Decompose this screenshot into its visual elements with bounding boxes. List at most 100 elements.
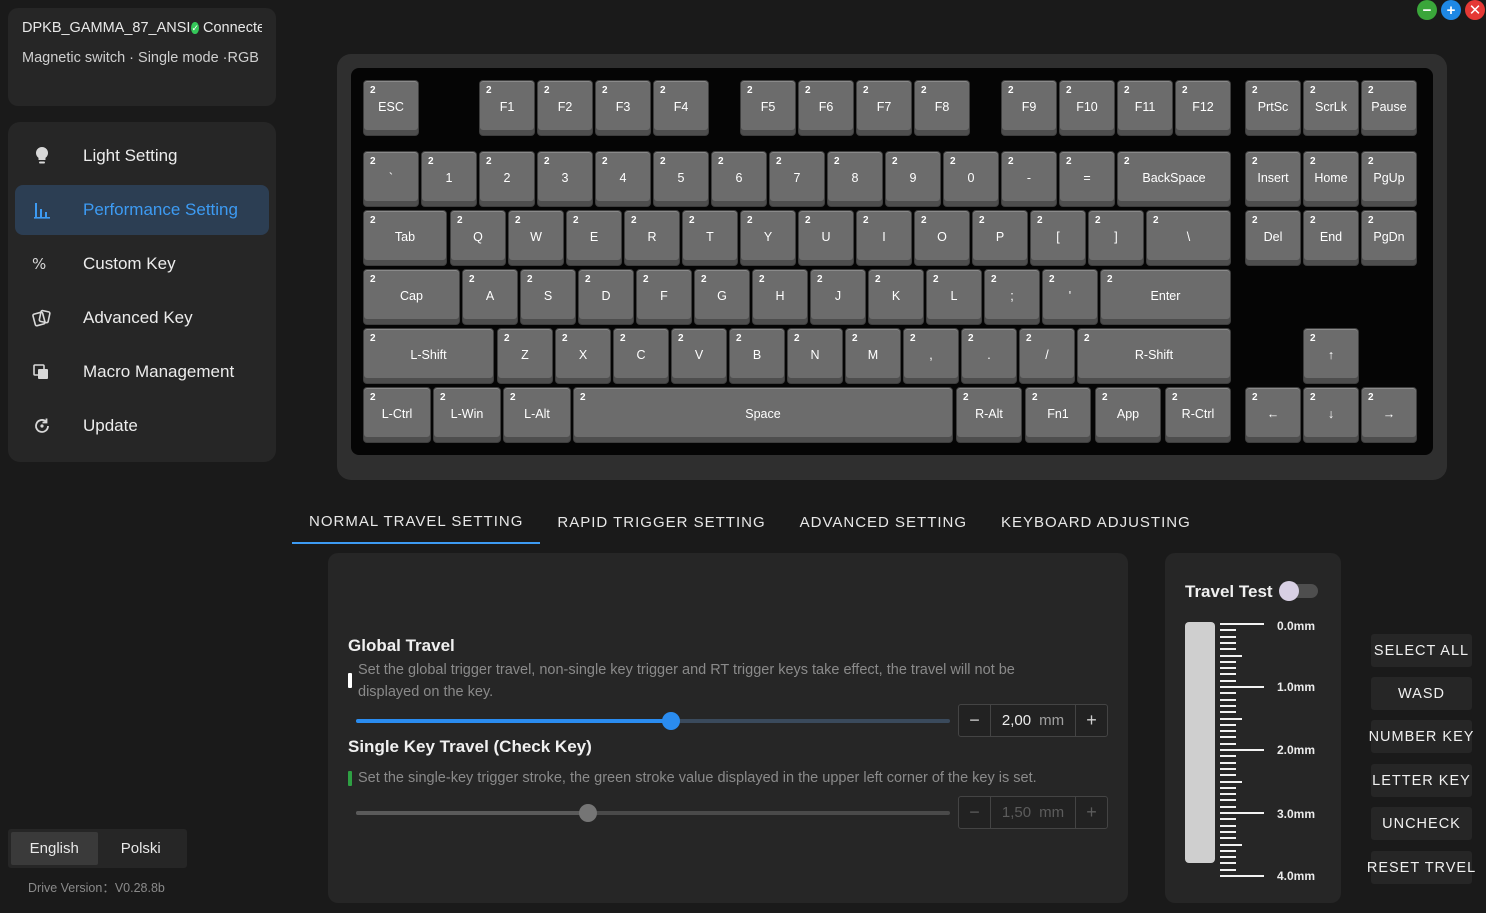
- key[interactable]: 2 F3: [595, 80, 651, 136]
- key[interactable]: 2 F4: [653, 80, 709, 136]
- single-key-travel-value[interactable]: 1,50: [1002, 804, 1031, 821]
- key[interactable]: 2 Fn1: [1025, 387, 1091, 443]
- key[interactable]: 2 ↑: [1303, 328, 1359, 384]
- tab-rapid-trigger-setting[interactable]: RAPID TRIGGER SETTING: [540, 500, 782, 544]
- key[interactable]: 20: [943, 151, 999, 207]
- key[interactable]: 2.: [961, 328, 1017, 384]
- key[interactable]: 2Z: [497, 328, 553, 384]
- key[interactable]: 2 PrtSc: [1245, 80, 1301, 136]
- key[interactable]: 2 L-Alt: [503, 387, 571, 443]
- language-option-polski[interactable]: Polski: [98, 832, 185, 865]
- reset-travel-button[interactable]: RESET TRVEL: [1367, 851, 1475, 884]
- maximize-icon[interactable]: +: [1441, 0, 1461, 20]
- key[interactable]: 2 PgUp: [1361, 151, 1417, 207]
- key[interactable]: 2]: [1088, 210, 1144, 266]
- key[interactable]: 2 F2: [537, 80, 593, 136]
- key[interactable]: 22: [479, 151, 535, 207]
- sidebar-item-advanced-key[interactable]: Advanced Key: [15, 293, 269, 343]
- key[interactable]: 2 ESC: [363, 80, 419, 136]
- key[interactable]: 2,: [903, 328, 959, 384]
- select-all-button[interactable]: SELECT ALL: [1371, 634, 1472, 667]
- key[interactable]: 25: [653, 151, 709, 207]
- key[interactable]: 2 \: [1146, 210, 1231, 266]
- key[interactable]: 2C: [613, 328, 669, 384]
- sidebar-item-update[interactable]: Update: [15, 401, 269, 451]
- key[interactable]: 2/: [1019, 328, 1075, 384]
- key[interactable]: 2T: [682, 210, 738, 266]
- single-key-travel-slider-thumb[interactable]: [578, 804, 597, 822]
- key[interactable]: 2 L-Shift: [363, 328, 494, 384]
- global-travel-slider-thumb[interactable]: [661, 712, 680, 730]
- key[interactable]: 2 =: [1059, 151, 1115, 207]
- key[interactable]: 2[: [1030, 210, 1086, 266]
- sidebar-item-performance-setting[interactable]: Performance Setting: [15, 185, 269, 235]
- key[interactable]: 2Y: [740, 210, 796, 266]
- number-key-button[interactable]: NUMBER KEY: [1369, 720, 1473, 753]
- increase-button[interactable]: +: [1075, 705, 1107, 736]
- decrease-button[interactable]: −: [959, 797, 991, 828]
- sidebar-item-custom-key[interactable]: % Custom Key: [15, 239, 269, 289]
- sidebar-item-light-setting[interactable]: Light Setting: [15, 131, 269, 181]
- key[interactable]: 2 F11: [1117, 80, 1173, 136]
- key[interactable]: 27: [769, 151, 825, 207]
- key[interactable]: 2 `: [363, 151, 419, 207]
- key[interactable]: 2 L-Ctrl: [363, 387, 431, 443]
- key[interactable]: 2 →: [1361, 387, 1417, 443]
- key[interactable]: 2 Cap: [363, 269, 460, 325]
- key[interactable]: 2 R-Ctrl: [1165, 387, 1231, 443]
- key[interactable]: 29: [885, 151, 941, 207]
- key[interactable]: 2H: [752, 269, 808, 325]
- key[interactable]: 2L: [926, 269, 982, 325]
- key[interactable]: 2P: [972, 210, 1028, 266]
- key[interactable]: 2 F12: [1175, 80, 1231, 136]
- key[interactable]: 2 F10: [1059, 80, 1115, 136]
- sidebar-item-macro-management[interactable]: Macro Management: [15, 347, 269, 397]
- key[interactable]: 2 ScrLk: [1303, 80, 1359, 136]
- tab-normal-travel-setting[interactable]: NORMAL TRAVEL SETTING: [292, 500, 541, 544]
- key[interactable]: 2D: [578, 269, 634, 325]
- key[interactable]: 2R: [624, 210, 680, 266]
- key[interactable]: 2 L-Win: [433, 387, 501, 443]
- wasd-button[interactable]: WASD: [1371, 677, 1472, 710]
- key[interactable]: 24: [595, 151, 651, 207]
- key[interactable]: 2 ←: [1245, 387, 1301, 443]
- key[interactable]: 2 End: [1303, 210, 1359, 266]
- key[interactable]: 2 ': [1042, 269, 1098, 325]
- key[interactable]: 2 F6: [798, 80, 854, 136]
- key[interactable]: 2S: [520, 269, 576, 325]
- tab-advanced-setting[interactable]: ADVANCED SETTING: [783, 500, 984, 544]
- key[interactable]: 2 F5: [740, 80, 796, 136]
- language-option-english[interactable]: English: [11, 832, 98, 865]
- key[interactable]: 2 R-Alt: [956, 387, 1022, 443]
- key[interactable]: 2-: [1001, 151, 1057, 207]
- key[interactable]: 2G: [694, 269, 750, 325]
- key[interactable]: 2O: [914, 210, 970, 266]
- key[interactable]: 2 R-Shift: [1077, 328, 1231, 384]
- global-travel-slider[interactable]: [356, 712, 950, 730]
- single-key-travel-slider[interactable]: [356, 804, 950, 822]
- travel-test-toggle[interactable]: [1279, 581, 1318, 601]
- key[interactable]: 26: [711, 151, 767, 207]
- key[interactable]: 2 App: [1095, 387, 1161, 443]
- key[interactable]: 2N: [787, 328, 843, 384]
- key[interactable]: 2 Home: [1303, 151, 1359, 207]
- key[interactable]: 2 BackSpace: [1117, 151, 1231, 207]
- key[interactable]: 2E: [566, 210, 622, 266]
- key[interactable]: 2U: [798, 210, 854, 266]
- key[interactable]: 2V: [671, 328, 727, 384]
- key[interactable]: 2F: [636, 269, 692, 325]
- key[interactable]: 2 PgDn: [1361, 210, 1417, 266]
- key[interactable]: 28: [827, 151, 883, 207]
- letter-key-button[interactable]: LETTER KEY: [1371, 764, 1472, 797]
- key[interactable]: 2 F7: [856, 80, 912, 136]
- key[interactable]: 2 F8: [914, 80, 970, 136]
- key[interactable]: 2 Pause: [1361, 80, 1417, 136]
- key[interactable]: 2 Tab: [363, 210, 447, 266]
- increase-button[interactable]: +: [1075, 797, 1107, 828]
- key[interactable]: 2 Insert: [1245, 151, 1301, 207]
- key[interactable]: 2A: [462, 269, 518, 325]
- key[interactable]: 2 Enter: [1100, 269, 1231, 325]
- key[interactable]: 2 F1: [479, 80, 535, 136]
- key[interactable]: 2M: [845, 328, 901, 384]
- key[interactable]: 2J: [810, 269, 866, 325]
